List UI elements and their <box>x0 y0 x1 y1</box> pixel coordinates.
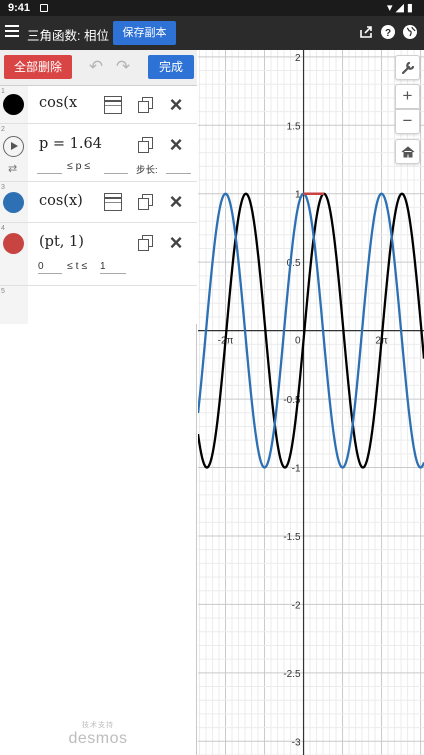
table-icon[interactable] <box>104 96 122 114</box>
slider-range-label: ≤ p ≤ <box>67 160 91 172</box>
x-tick-label: 0 <box>295 336 301 347</box>
duplicate-icon[interactable] <box>137 193 155 211</box>
color-toggle-icon[interactable] <box>3 94 24 115</box>
status-time: 9:41 <box>8 2 31 14</box>
graph-canvas[interactable]: 21.510.5-0.5-1-1.5-2-2.5-3-2π 0 2π <box>198 50 424 755</box>
expression-index: 3 <box>1 184 5 191</box>
y-tick-label: -3 <box>292 737 301 748</box>
color-toggle-icon[interactable] <box>3 192 24 213</box>
duplicate-icon[interactable] <box>137 136 155 154</box>
loop-icon[interactable]: ⇄ <box>8 162 17 175</box>
y-tick-label: 0.5 <box>287 258 301 269</box>
y-tick-label: -1 <box>292 464 301 475</box>
expression-index: 1 <box>1 88 5 95</box>
domain-min-input[interactable]: 0 <box>38 261 62 274</box>
slider-max-input[interactable] <box>104 161 128 174</box>
color-toggle-icon[interactable] <box>3 233 24 254</box>
y-tick-label: 2 <box>295 53 301 64</box>
status-bar: 9:41 ▾◢▮ <box>0 0 424 16</box>
expression-input[interactable]: p = 1.64 <box>39 136 102 152</box>
expression-input[interactable]: cos(x) <box>39 193 83 209</box>
undo-icon[interactable]: ↶ <box>86 57 106 77</box>
expression-row-2[interactable]: 2 ⇄ p = 1.64 × ≤ p ≤ 步长: <box>0 124 197 182</box>
help-icon[interactable]: ? <box>380 24 396 40</box>
domain-max-input[interactable]: 1 <box>100 261 126 274</box>
domain-range-label: ≤ t ≤ <box>67 260 88 272</box>
save-copy-button[interactable]: 保存副本 <box>113 21 176 45</box>
slider-step-label: 步长: <box>136 165 158 176</box>
globe-icon[interactable] <box>402 24 418 40</box>
y-tick-label: 1.5 <box>287 121 301 132</box>
zoom-out-icon[interactable]: − <box>395 109 420 134</box>
slider-step-input[interactable] <box>166 161 191 174</box>
expression-row-3[interactable]: 3 cos(x) × <box>0 182 197 223</box>
graph-title[interactable]: 三角函数: 相位 <box>27 25 109 44</box>
powered-by-label: 技术支持 <box>82 722 114 729</box>
desmos-logo: desmos <box>68 730 128 747</box>
slider-min-input[interactable] <box>37 161 62 174</box>
table-icon[interactable] <box>104 193 122 211</box>
notification-icon <box>40 4 48 12</box>
svg-text:?: ? <box>385 28 391 39</box>
delete-expression-icon[interactable]: × <box>167 232 185 254</box>
expression-index: 5 <box>1 288 5 295</box>
share-icon[interactable] <box>358 24 374 40</box>
delete-all-button[interactable]: 全部删除 <box>4 55 72 79</box>
duplicate-icon[interactable] <box>137 96 155 114</box>
system-status-icons: ▾◢▮ <box>386 2 416 14</box>
expression-index: 4 <box>1 225 5 232</box>
expression-input[interactable]: (pt, 1) <box>39 234 84 250</box>
y-tick-label: -1.5 <box>283 532 301 543</box>
menu-icon[interactable] <box>5 25 19 39</box>
expression-input[interactable]: cos(x <box>39 95 77 111</box>
y-tick-label: -2.5 <box>283 669 301 680</box>
play-icon[interactable] <box>3 136 24 157</box>
zoom-in-icon[interactable]: + <box>395 84 420 109</box>
delete-expression-icon[interactable]: × <box>167 94 185 116</box>
expression-row-5[interactable]: 5 <box>0 286 197 324</box>
expression-list: 全部删除 ↶ ↷ 完成 1 cos(x × 2 ⇄ p = 1.64 × ≤ p… <box>0 50 197 755</box>
wrench-icon[interactable] <box>395 55 420 80</box>
duplicate-icon[interactable] <box>137 234 155 252</box>
expression-toolbar: 全部删除 ↶ ↷ 完成 <box>0 50 197 86</box>
expression-row-1[interactable]: 1 cos(x × <box>0 86 197 124</box>
delete-expression-icon[interactable]: × <box>167 191 185 213</box>
redo-icon[interactable]: ↷ <box>113 57 133 77</box>
home-icon[interactable] <box>395 139 420 164</box>
delete-expression-icon[interactable]: × <box>167 134 185 156</box>
expression-index: 2 <box>1 126 5 133</box>
y-tick-label: -2 <box>292 600 301 611</box>
desmos-watermark: 技术支持 desmos <box>62 720 134 748</box>
expression-row-4[interactable]: 4 (pt, 1) × 0 ≤ t ≤ 1 <box>0 223 197 286</box>
app-bar: 三角函数: 相位 保存副本 ? <box>0 16 424 50</box>
done-button[interactable]: 完成 <box>148 55 194 79</box>
